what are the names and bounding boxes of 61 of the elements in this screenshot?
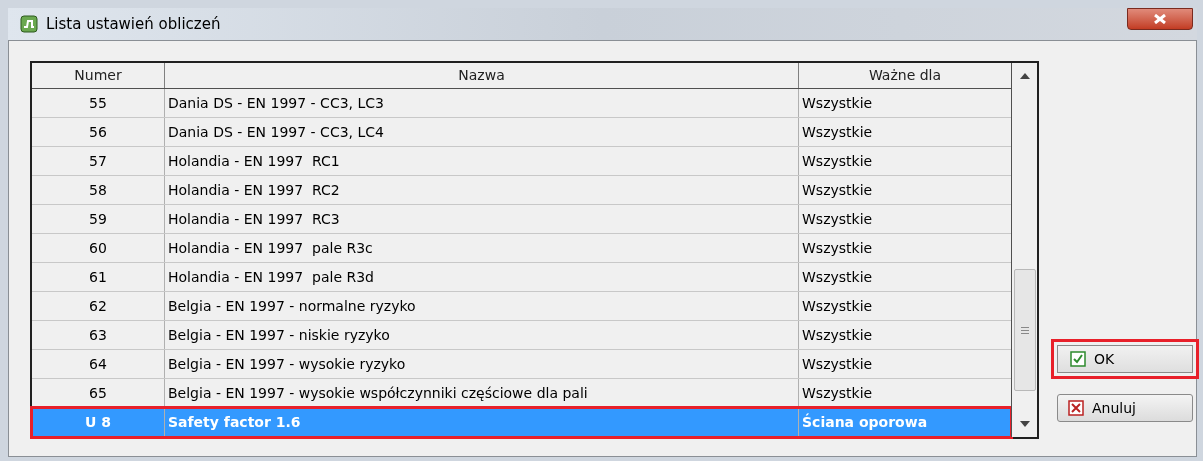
app-icon — [20, 15, 38, 33]
table-cell: 55 — [32, 89, 165, 117]
table-row[interactable]: 60 Holandia - EN 1997 pale R3c Wszystkie — [32, 234, 1011, 263]
table-cell-text: Wszystkie — [801, 296, 874, 316]
table-row[interactable]: 56 Dania DS - EN 1997 - CC3, LC4 Wszystkie — [32, 118, 1011, 147]
table-cell-text: Wszystkie — [801, 151, 874, 171]
table-cell: 61 — [32, 263, 165, 291]
scrollbar[interactable] — [1011, 63, 1037, 437]
table-row[interactable]: 55 Dania DS - EN 1997 - CC3, LC3 Wszystkie — [32, 89, 1011, 118]
close-button[interactable] — [1127, 8, 1193, 30]
table-cell: 60 — [32, 234, 165, 262]
scroll-down-icon[interactable] — [1019, 421, 1030, 427]
table-cell-text: Wszystkie — [801, 354, 874, 374]
table-row[interactable]: 62 Belgia - EN 1997 - normalne ryzyko Wszystkie — [32, 292, 1011, 321]
table-cell: 59 — [32, 205, 165, 233]
table-cell: 63 — [32, 321, 165, 349]
table-cell: Holandia - EN 1997 RC3 — [165, 205, 799, 233]
table-cell: Belgia - EN 1997 - normalne ryzyko — [165, 292, 799, 320]
table-cell: 58 — [32, 176, 165, 204]
window-title: Lista ustawień obliczeń — [46, 13, 221, 35]
table-row[interactable]: 58 Holandia - EN 1997 RC2 Wszystkie — [32, 176, 1011, 205]
column-header[interactable]: Ważne dla — [799, 63, 1011, 88]
grip-icon — [1020, 326, 1029, 334]
table-row[interactable]: 61 Holandia - EN 1997 pale R3d Wszystkie — [32, 263, 1011, 292]
ok-button[interactable]: OK — [1051, 339, 1199, 379]
table-cell: 56 — [32, 118, 165, 146]
table-cell: Dania DS - EN 1997 - CC3, LC4 — [165, 118, 799, 146]
table-cell: Belgia - EN 1997 - niskie ryzyko — [165, 321, 799, 349]
table-row[interactable]: 63 Belgia - EN 1997 - niskie ryzyko Wszystkie — [32, 321, 1011, 350]
table-cell: 64 — [32, 350, 165, 378]
table-cell-text: Wszystkie — [801, 325, 874, 345]
table-cell: U 8 — [32, 408, 165, 437]
table-row[interactable]: 64 Belgia - EN 1997 - wysokie ryzyko Wszystkie — [32, 350, 1011, 379]
table-cell: Holandia - EN 1997 pale R3c — [165, 234, 799, 262]
table-cell-text: Wszystkie — [801, 93, 874, 113]
close-icon — [1154, 14, 1166, 24]
table-cell: Holandia - EN 1997 RC2 — [165, 176, 799, 204]
column-header[interactable]: Numer — [32, 63, 165, 88]
table-cell: 57 — [32, 147, 165, 175]
table-cell: Dania DS - EN 1997 - CC3, LC3 — [165, 89, 799, 117]
scroll-up-icon[interactable] — [1019, 73, 1030, 79]
table-row[interactable]: 65 Belgia - EN 1997 - wysokie współczynniki częściowe dla pali Wszystkie — [32, 379, 1011, 408]
table-cell-text: Wszystkie — [801, 383, 874, 403]
table-row[interactable]: 59 Holandia - EN 1997 RC3 Wszystkie — [32, 205, 1011, 234]
check-icon — [1070, 351, 1086, 367]
table-cell-text: Wszystkie — [801, 209, 874, 229]
close-icon — [1068, 400, 1084, 416]
table-cell-text: Wszystkie — [801, 267, 874, 287]
table-cell: Holandia - EN 1997 pale R3d — [165, 263, 799, 291]
table-cell-text: Wszystkie — [801, 122, 874, 142]
table-cell-text: Wszystkie — [801, 238, 874, 258]
column-header[interactable]: Nazwa — [165, 63, 799, 88]
table-row[interactable]: 57 Holandia - EN 1997 RC1 Wszystkie — [32, 147, 1011, 176]
table-cell: 62 — [32, 292, 165, 320]
scrollbar-thumb[interactable] — [1013, 269, 1036, 391]
table-cell-text: Ściana oporowa — [801, 412, 929, 432]
cancel-button[interactable]: Anuluj — [1057, 394, 1193, 422]
table-cell: Belgia - EN 1997 - wysokie ryzyko — [165, 350, 799, 378]
table-cell: Safety factor 1.6 — [165, 408, 799, 437]
table-cell: Holandia - EN 1997 RC1 — [165, 147, 799, 175]
table-cell-text: Wszystkie — [801, 180, 874, 200]
